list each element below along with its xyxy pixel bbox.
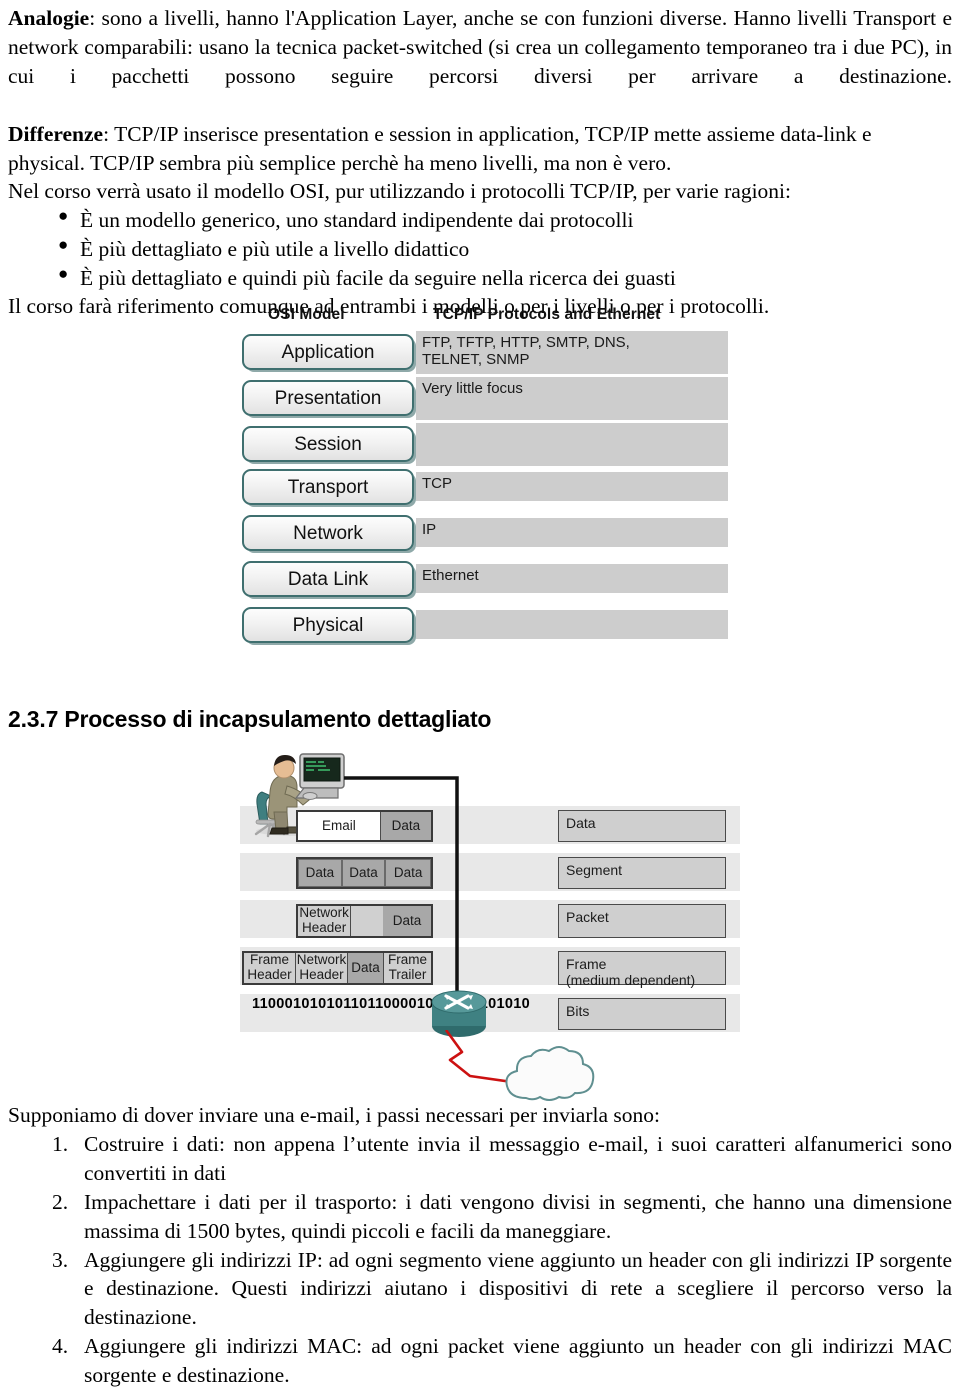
list-item: 1. Costruire i dati: non appena l’utente …: [8, 1130, 952, 1188]
pdu-row-network: Network Header Data: [296, 904, 433, 938]
list-item-label: Impachettare i dati per il trasporto: i …: [84, 1189, 952, 1243]
list-item-label: È più dettagliato e più utile a livello …: [80, 236, 470, 261]
encapsulation-diagram: Email Data Data Data Data Data Segment N…: [240, 748, 740, 1101]
list-item-label: È un modello generico, uno standard indi…: [80, 208, 634, 233]
pdu-cell: Data: [380, 812, 431, 840]
pdu-cell: Frame Trailer: [384, 952, 431, 983]
list-item-label: Aggiungere gli indirizzi IP: ad ogni seg…: [84, 1247, 952, 1330]
pdu-cell: Network Header: [298, 905, 352, 936]
osi-column-heading-left: OSI Model: [268, 306, 345, 323]
intro-prose: Analogie: sono a livelli, hanno l'Applic…: [8, 4, 952, 321]
network-cloud-icon: [505, 1046, 595, 1101]
list-item-number: 4.: [52, 1334, 69, 1359]
pdu-row-application: Email Data: [296, 810, 433, 842]
osi-protocols-network: IP: [416, 518, 728, 547]
osi-layer-session: Session: [242, 426, 414, 462]
list-item: 4. Aggiungere gli indirizzi MAC: ad ogni …: [8, 1332, 952, 1390]
list-item-label: Aggiungere gli indirizzi MAC: ad ogni pa…: [84, 1334, 952, 1388]
paragraph-analogie: Analogie: sono a livelli, hanno l'Applic…: [8, 4, 952, 120]
document-page: Analogie: sono a livelli, hanno l'Applic…: [0, 0, 960, 1387]
pdu-cell: Data: [298, 859, 342, 887]
list-item: ● È più dettagliato e più utile a livello…: [8, 235, 952, 264]
bullet-icon: ●: [58, 234, 69, 254]
reasons-list: ● È un modello generico, uno standard ind…: [8, 206, 952, 292]
osi-layer-data-link: Data Link: [242, 561, 414, 597]
steps-section: Supponiamo di dover inviare una e-mail, …: [8, 1101, 952, 1390]
pdu-label-frame: Frame (medium dependent): [558, 951, 726, 988]
steps-list: 1. Costruire i dati: non appena l’utente …: [8, 1130, 952, 1390]
list-item: 2. Impachettare i dati per il trasporto: …: [8, 1188, 952, 1246]
osi-layer-transport: Transport: [242, 469, 414, 505]
osi-protocols-datalink: Ethernet: [416, 564, 728, 593]
differenze-label: Differenze: [8, 121, 104, 146]
list-item-label: È più dettagliato e quindi più facile da…: [80, 265, 676, 290]
osi-model-diagram: OSI Model TCP/IP Protocols and Ethernet …: [236, 306, 728, 651]
pdu-cell-padding: Data: [351, 906, 431, 936]
pdu-cell: Data: [341, 859, 386, 887]
pdu-cell: Data: [383, 906, 431, 936]
pdu-cell: Email: [298, 812, 381, 840]
pdu-cell: Network Header: [296, 952, 348, 983]
osi-protocols-physical: [416, 610, 728, 639]
osi-protocols-transport: TCP: [416, 472, 728, 501]
list-item: ● È un modello generico, uno standard ind…: [8, 206, 952, 235]
list-item: 3. Aggiungere gli indirizzi IP: ad ogni s…: [8, 1246, 952, 1333]
paragraph-osi-reasons: Nel corso verrà usato il modello OSI, pu…: [8, 179, 791, 204]
pdu-label-packet: Packet: [558, 904, 726, 938]
differenze-text: : TCP/IP inserisce presentation e sessio…: [8, 121, 872, 175]
bullet-icon: ●: [58, 263, 69, 283]
pdu-row-datalink: Frame Header Network Header Data Frame T…: [242, 951, 433, 985]
osi-protocols-session: [416, 423, 728, 466]
osi-layer-network: Network: [242, 515, 414, 551]
analogie-label: Analogie: [8, 6, 90, 30]
section-heading: 2.3.7 Processo di incapsulamento dettagl…: [8, 706, 492, 732]
list-item: ● È più dettagliato e quindi più facile d…: [8, 264, 952, 293]
osi-layer-presentation: Presentation: [242, 380, 414, 416]
list-item-number: 3.: [52, 1247, 69, 1272]
osi-protocols-presentation: Very little focus: [416, 377, 728, 420]
osi-layer-physical: Physical: [242, 607, 414, 643]
osi-protocols-application: FTP, TFTP, HTTP, SMTP, DNS, TELNET, SNMP: [416, 331, 728, 374]
pdu-label-segment: Segment: [558, 857, 726, 889]
pdu-label-data: Data: [558, 810, 726, 842]
analogie-text: : sono a livelli, hanno l'Application La…: [8, 6, 952, 88]
list-item-number: 1.: [52, 1131, 69, 1156]
paragraph-differenze: Differenze: TCP/IP inserisce presentatio…: [8, 120, 952, 178]
list-item-label: Costruire i dati: non appena l’utente in…: [84, 1131, 952, 1185]
list-item-number: 2.: [52, 1189, 69, 1214]
pdu-cell: Frame Header: [244, 952, 296, 983]
pdu-cell: Data: [348, 953, 383, 983]
pdu-cell-padding: Data: [348, 953, 384, 983]
pdu-label-bits: Bits: [558, 998, 726, 1030]
osi-layer-application: Application: [242, 334, 414, 370]
steps-intro: Supponiamo di dover inviare una e-mail, …: [8, 1103, 660, 1127]
pdu-row-transport: Data Data Data: [296, 857, 433, 889]
bullet-icon: ●: [58, 206, 69, 226]
osi-column-heading-right: TCP/IP Protocols and Ethernet: [433, 306, 661, 323]
pdu-cell: Data: [385, 859, 431, 887]
